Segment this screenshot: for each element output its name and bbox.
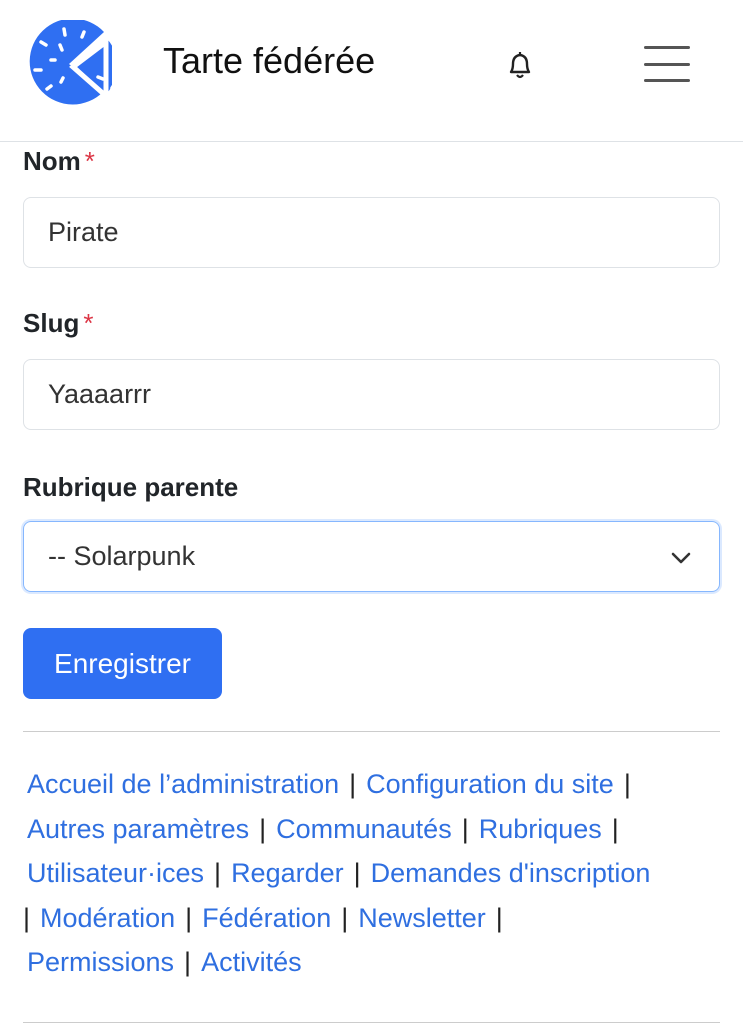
divider	[23, 731, 720, 732]
footer-link[interactable]: Accueil de l’administration	[27, 769, 339, 799]
parent-select[interactable]: -- Solarpunk	[23, 521, 720, 592]
footer-link[interactable]: Communautés	[276, 814, 452, 844]
footer-link[interactable]: Autres paramètres	[27, 814, 249, 844]
footer-link[interactable]: Rubriques	[479, 814, 602, 844]
separator: |	[611, 813, 619, 844]
footer-line: Permissions | Activités	[27, 940, 727, 985]
footer-link[interactable]: Utilisateur·ices	[27, 858, 204, 888]
bell-icon[interactable]	[505, 48, 535, 82]
footer-line: Autres paramètres | Communautés | Rubriques |	[27, 807, 727, 852]
chevron-down-icon	[671, 552, 691, 564]
hamburger-menu-icon[interactable]	[640, 42, 694, 86]
top-header: Tarte fédérée	[0, 0, 743, 142]
separator: |	[341, 902, 349, 933]
name-label: Nom *	[23, 146, 95, 177]
name-input[interactable]: Pirate	[23, 197, 720, 268]
footer-link[interactable]: Demandes d'inscription	[371, 858, 651, 888]
required-mark: *	[83, 308, 94, 338]
separator: |	[214, 858, 222, 888]
save-button[interactable]: Enregistrer	[23, 628, 222, 699]
separator: |	[259, 813, 267, 844]
footer-link[interactable]: Permissions	[27, 947, 174, 977]
divider	[23, 1022, 720, 1023]
slug-label-text: Slug	[23, 308, 80, 338]
site-title[interactable]: Tarte fédérée	[163, 40, 375, 82]
separator: |	[185, 902, 193, 933]
footer-link[interactable]: Newsletter	[358, 903, 486, 933]
separator: |	[349, 769, 357, 799]
footer-line: Accueil de l’administration | Configuratio…	[27, 762, 727, 807]
separator: |	[184, 947, 192, 977]
separator: |	[495, 902, 503, 933]
site-logo-icon[interactable]	[26, 20, 112, 108]
slug-input[interactable]: Yaaaarrr	[23, 359, 720, 430]
footer-line: Utilisateur·ices | Regarder | Demandes d'ins…	[27, 851, 727, 896]
name-label-text: Nom	[23, 146, 81, 176]
parent-select-value: -- Solarpunk	[48, 541, 196, 571]
footer-link[interactable]: Activités	[201, 947, 302, 977]
admin-nav-links: Accueil de l’administration | Configuratio…	[23, 762, 727, 985]
parent-label: Rubrique parente	[23, 472, 239, 502]
separator: |	[461, 813, 469, 844]
separator: |	[23, 902, 31, 933]
footer-line: | Modération | Fédération | Newsletter |	[23, 896, 727, 941]
footer-link[interactable]: Modération	[40, 903, 175, 933]
slug-label: Slug *	[23, 308, 93, 339]
footer-link[interactable]: Regarder	[231, 858, 344, 888]
separator: |	[623, 769, 631, 799]
footer-link[interactable]: Configuration du site	[366, 769, 614, 799]
separator: |	[353, 858, 361, 888]
required-mark: *	[84, 146, 95, 176]
footer-link[interactable]: Fédération	[202, 903, 331, 933]
